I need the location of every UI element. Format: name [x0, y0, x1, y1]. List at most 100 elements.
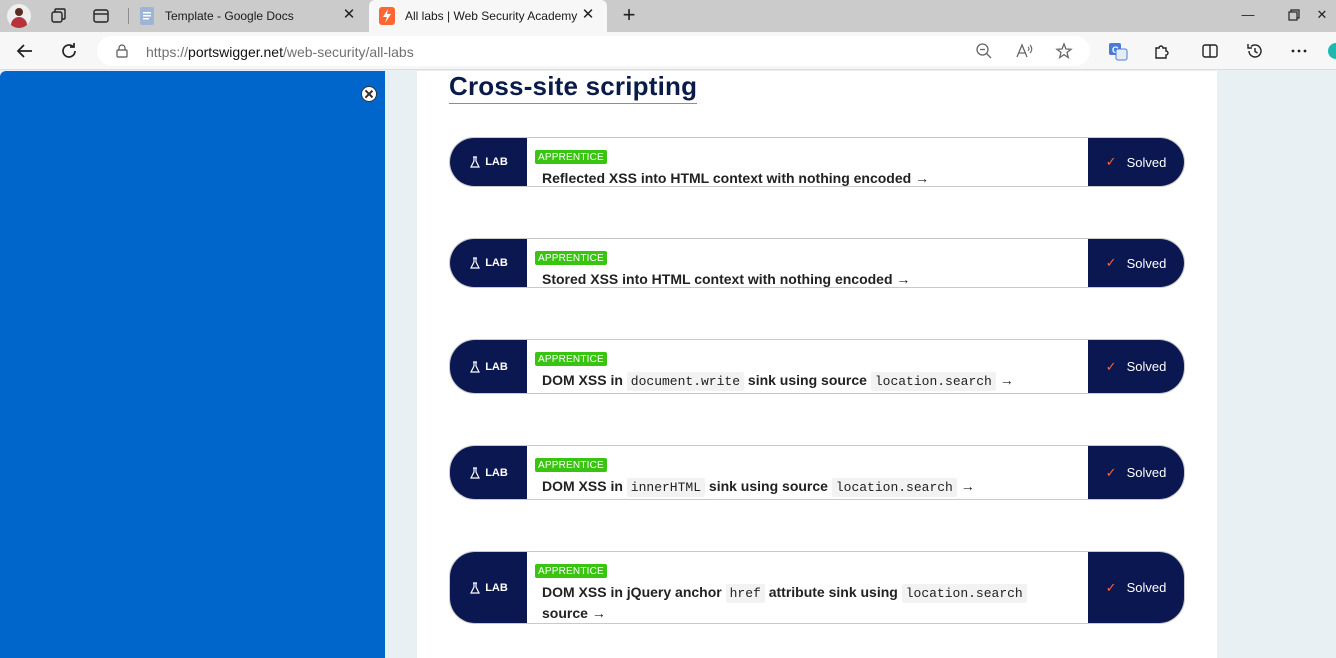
- avatar-head: [15, 8, 23, 16]
- lab-card[interactable]: LAB APPRENTICE DOM XSS in jQuery anchor …: [449, 551, 1185, 624]
- plus-icon[interactable]: +: [618, 4, 640, 27]
- lab-body: APPRENTICE DOM XSS in innerHTML sink usi…: [535, 455, 1074, 497]
- status-label: Solved: [1126, 255, 1167, 271]
- level-badge: APPRENTICE: [535, 458, 607, 472]
- sidebar-panel: [0, 71, 385, 658]
- tab-strip: Template - Google Docs ✕ All labs | Web …: [0, 0, 1336, 32]
- lock-icon[interactable]: [115, 44, 129, 58]
- history-icon[interactable]: [1245, 41, 1265, 61]
- profile-avatar[interactable]: [7, 4, 31, 28]
- code-snippet: location.search: [901, 584, 1027, 603]
- minimize-icon[interactable]: —: [1241, 8, 1255, 22]
- lab-badge-label: LAB: [485, 156, 508, 168]
- lab-title-link[interactable]: DOM XSS in innerHTML sink using source l…: [535, 476, 1074, 497]
- lab-card[interactable]: LAB APPRENTICE DOM XSS in innerHTML sink…: [449, 445, 1185, 500]
- lab-badge-label: LAB: [485, 257, 508, 269]
- arrow-right-icon: →: [960, 478, 975, 494]
- read-aloud-icon[interactable]: [1015, 42, 1033, 60]
- page-viewport: Cross-site scripting LAB APPRENTICE Refl…: [0, 71, 1336, 658]
- lab-status: ✓ Solved: [1088, 552, 1184, 623]
- lab-title-text: Stored XSS into HTML context with nothin…: [542, 271, 893, 287]
- lab-title-link[interactable]: Stored XSS into HTML context with nothin…: [535, 269, 1074, 287]
- tab-title: All labs | Web Security Academy: [405, 9, 578, 23]
- lab-title-text: Reflected XSS into HTML context with not…: [542, 170, 912, 186]
- avatar-body: [11, 17, 27, 28]
- level-badge: APPRENTICE: [535, 150, 607, 164]
- tab-all-labs[interactable]: All labs | Web Security Academy ✕: [369, 0, 607, 32]
- lab-title-text: sink using source: [708, 478, 828, 494]
- close-icon[interactable]: ✕: [342, 7, 356, 22]
- flask-icon: [470, 156, 481, 168]
- checkmark-icon: ✓: [1105, 464, 1117, 480]
- tab-google-docs[interactable]: Template - Google Docs ✕: [129, 0, 368, 32]
- zoom-out-icon[interactable]: [975, 42, 993, 60]
- close-icon[interactable]: ✕: [581, 7, 595, 22]
- url-path: /web-security/all-labs: [282, 44, 414, 60]
- code-snippet: innerHTML: [626, 478, 706, 497]
- lab-badge: LAB: [450, 239, 527, 287]
- tab-title: Template - Google Docs: [165, 9, 294, 23]
- lab-title-text: attribute sink using: [768, 584, 898, 600]
- close-sidebar-icon[interactable]: [361, 86, 377, 102]
- arrow-right-icon: →: [999, 372, 1014, 388]
- lab-title-text: DOM XSS in jQuery anchor: [542, 584, 722, 600]
- status-label: Solved: [1126, 580, 1167, 595]
- lab-badge: LAB: [450, 552, 527, 623]
- favorite-star-icon[interactable]: [1055, 42, 1073, 60]
- lab-title-link[interactable]: Reflected XSS into HTML context with not…: [535, 168, 1074, 186]
- url-host: portswigger.net: [188, 44, 283, 60]
- address-bar[interactable]: https://portswigger.net/web-security/all…: [97, 36, 1090, 66]
- lab-title-link[interactable]: DOM XSS in document.write sink using sou…: [535, 370, 1074, 391]
- lab-badge-label: LAB: [485, 360, 508, 373]
- checkmark-icon: ✓: [1105, 154, 1117, 169]
- checkmark-icon: ✓: [1105, 255, 1117, 270]
- status-label: Solved: [1126, 154, 1167, 170]
- lab-body: APPRENTICE DOM XSS in document.write sin…: [535, 349, 1074, 391]
- lab-card[interactable]: LAB APPRENTICE Reflected XSS into HTML c…: [449, 137, 1185, 187]
- lab-title-text: source: [542, 605, 588, 621]
- lab-badge-label: LAB: [485, 581, 508, 594]
- more-options-icon[interactable]: [1289, 41, 1309, 61]
- lab-title-text: DOM XSS in: [542, 478, 623, 494]
- status-label: Solved: [1126, 465, 1167, 480]
- tab-actions-icon[interactable]: [91, 6, 111, 26]
- split-screen-icon[interactable]: [1200, 41, 1220, 61]
- arrow-right-icon: →: [896, 271, 911, 287]
- restore-icon[interactable]: [1287, 8, 1301, 22]
- flask-icon: [470, 581, 481, 594]
- url-text: https://portswigger.net/web-security/all…: [146, 44, 414, 60]
- lab-badge: LAB: [450, 138, 527, 186]
- lab-status: ✓ Solved: [1088, 138, 1184, 186]
- google-docs-icon: [140, 7, 154, 25]
- url-scheme: https://: [146, 44, 189, 60]
- status-label: Solved: [1126, 359, 1167, 374]
- copilot-icon[interactable]: [1326, 41, 1336, 61]
- lab-status: ✓ Solved: [1088, 239, 1184, 287]
- lab-body: APPRENTICE Reflected XSS into HTML conte…: [535, 147, 1074, 186]
- lab-title-link[interactable]: DOM XSS in jQuery anchor href attribute …: [535, 582, 1074, 623]
- lab-status: ✓ Solved: [1088, 340, 1184, 393]
- lab-status: ✓ Solved: [1088, 446, 1184, 499]
- close-icon[interactable]: ✕: [1315, 8, 1329, 22]
- portswigger-icon: [379, 7, 395, 25]
- extensions-icon[interactable]: [1152, 41, 1172, 61]
- lab-badge: LAB: [450, 340, 527, 393]
- section-title: Cross-site scripting: [449, 71, 698, 104]
- checkmark-icon: ✓: [1105, 358, 1117, 374]
- workspaces-icon[interactable]: [49, 6, 69, 26]
- level-badge: APPRENTICE: [535, 564, 607, 578]
- main-content: Cross-site scripting LAB APPRENTICE Refl…: [417, 71, 1217, 658]
- refresh-icon[interactable]: [58, 40, 80, 62]
- level-badge: APPRENTICE: [535, 251, 607, 265]
- lab-card[interactable]: LAB APPRENTICE DOM XSS in document.write…: [449, 339, 1185, 394]
- code-snippet: href: [725, 584, 765, 603]
- lab-badge-label: LAB: [485, 466, 508, 479]
- lab-title-text: DOM XSS in: [542, 372, 623, 388]
- translate-icon[interactable]: G: [1108, 41, 1128, 61]
- arrow-right-icon: →: [915, 170, 930, 186]
- browser-toolbar: https://portswigger.net/web-security/all…: [0, 32, 1336, 70]
- lab-title-text: sink using source: [747, 372, 867, 388]
- flask-icon: [470, 360, 481, 373]
- lab-card[interactable]: LAB APPRENTICE Stored XSS into HTML cont…: [449, 238, 1185, 288]
- back-arrow-icon[interactable]: [14, 40, 36, 62]
